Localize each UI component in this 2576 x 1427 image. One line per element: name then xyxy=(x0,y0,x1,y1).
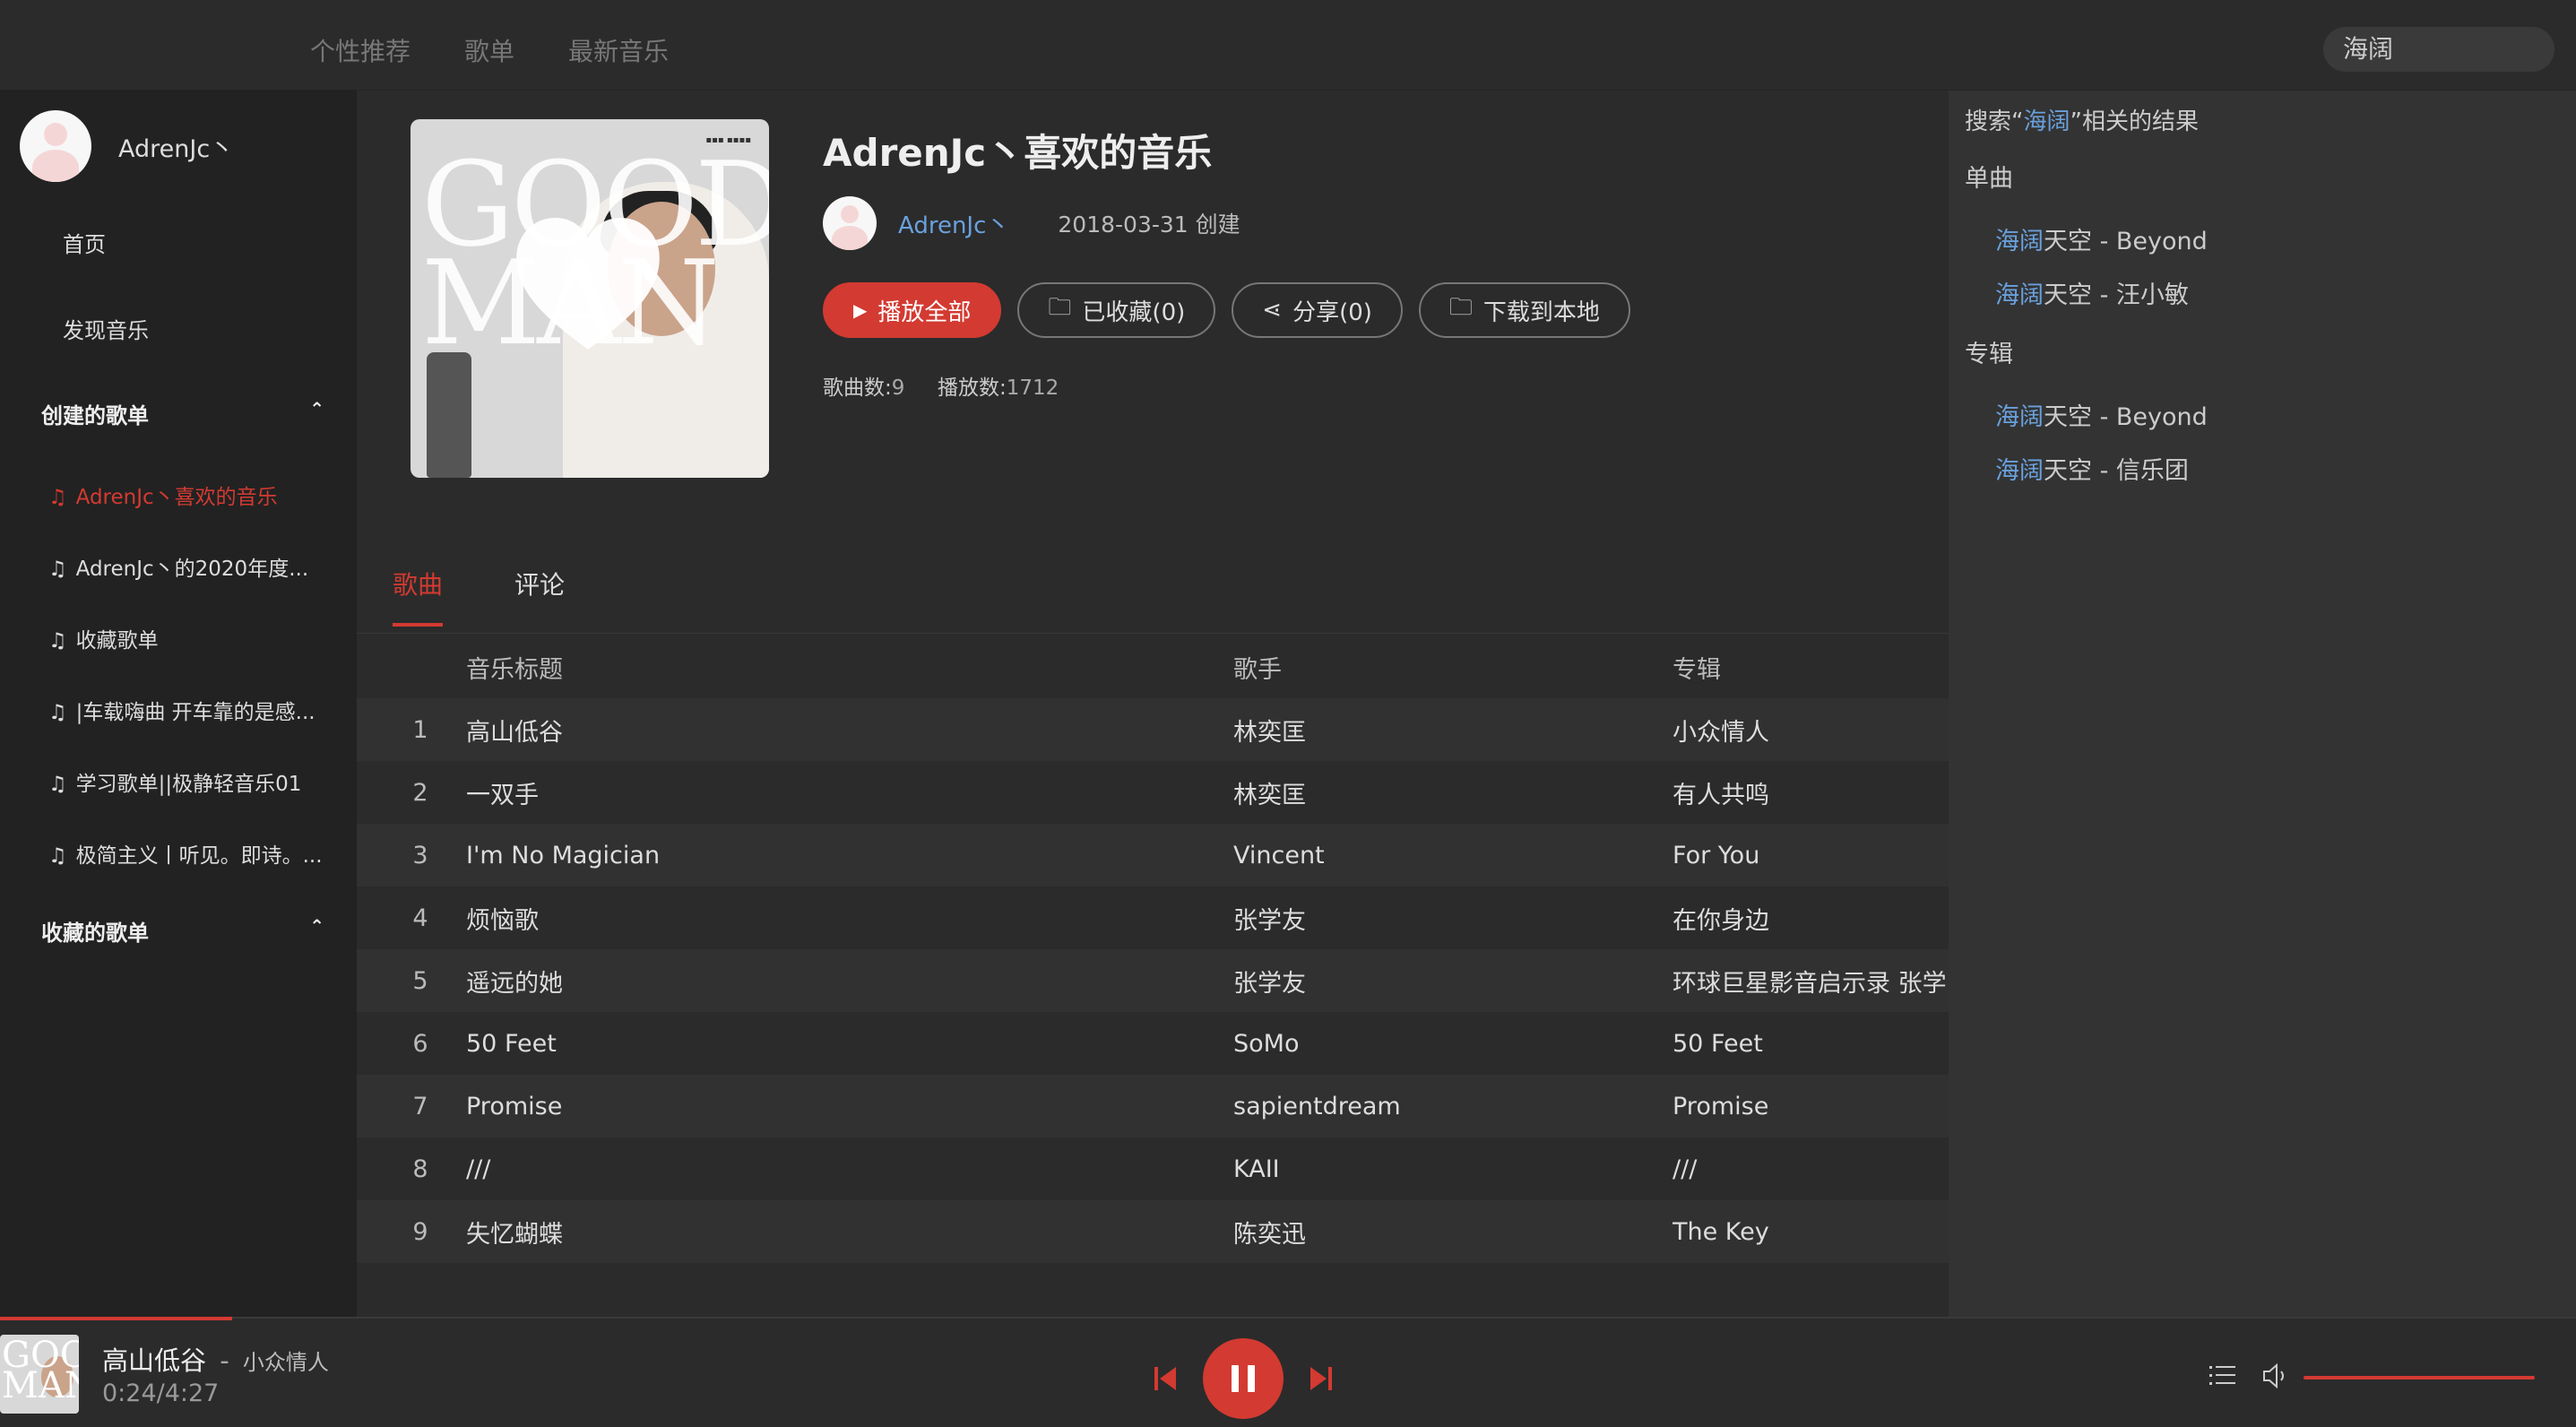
singles-header: 单曲 xyxy=(1965,165,2013,193)
search-result-single[interactable]: 海阔天空 - 汪小敏 xyxy=(1995,275,2189,310)
collected-button[interactable]: 🗀 已收藏(0) xyxy=(1017,282,1216,338)
create-date: 2018-03-31 创建 xyxy=(1058,212,1240,238)
tab-comments[interactable]: 评论 xyxy=(514,566,565,601)
volume-icon[interactable] xyxy=(2262,1363,2289,1388)
playback-time: 0:24/4:27 xyxy=(102,1379,220,1407)
playlist-item[interactable]: ♫ 学习歌单||极静轻音乐01 xyxy=(48,766,335,797)
main-content: ▪▪▪ ▪▪▪▪ GOOD MAN AdrenJc丶喜欢的音乐 AdrenJc丶… xyxy=(357,91,1949,1317)
music-note-icon: ♫ xyxy=(48,844,67,868)
chevron-up-icon[interactable]: ⌃ xyxy=(309,398,324,419)
search-result-album[interactable]: 海阔天空 - 信乐团 xyxy=(1995,451,2189,486)
playlist-stats: 歌曲数:9 播放数:1712 xyxy=(823,376,1059,400)
sidebar-item-discover[interactable]: 发现音乐 xyxy=(63,313,149,344)
table-header: 音乐标题 歌手 专辑 xyxy=(357,636,1949,698)
song-count: 9 xyxy=(891,376,905,400)
music-note-icon: ♫ xyxy=(48,486,67,509)
playlist-cover: ▪▪▪ ▪▪▪▪ GOOD MAN xyxy=(411,119,769,478)
pause-icon xyxy=(1248,1365,1255,1392)
pause-icon xyxy=(1232,1365,1239,1392)
song-table: 音乐标题 歌手 专辑 1 高山低谷 林奕匡 小众情人 2 一双手 林奕匡 有人共… xyxy=(357,636,1949,1263)
play-icon: ▶ xyxy=(853,299,868,321)
created-playlists-label: 创建的歌单 xyxy=(41,403,149,428)
search-input[interactable]: 海阔 xyxy=(2323,27,2554,72)
created-playlists-header[interactable]: 创建的歌单 ⌃ xyxy=(41,398,324,429)
table-row[interactable]: 8 /// KAII /// xyxy=(357,1137,1949,1200)
search-result-album[interactable]: 海阔天空 - Beyond xyxy=(1995,397,2208,432)
column-title: 音乐标题 xyxy=(466,655,563,684)
now-playing-album: 小众情人 xyxy=(242,1350,329,1375)
creator-name[interactable]: AdrenJc丶 xyxy=(898,207,1009,240)
table-row[interactable]: 4 烦恼歌 张学友 在你身边 xyxy=(357,886,1949,949)
playlist-item[interactable]: ♫ 极简主义丨听见。即诗。... xyxy=(48,838,335,869)
share-button[interactable]: ⋖ 分享(0) xyxy=(1232,282,1403,338)
creator-avatar[interactable] xyxy=(823,196,877,250)
user-name[interactable]: AdrenJc丶 xyxy=(118,129,234,164)
sidebar: AdrenJc丶 首页 发现音乐 创建的歌单 ⌃ ♫ AdrenJc丶喜欢的音乐 … xyxy=(0,91,357,1317)
search-results-panel: 搜索“海阔”相关的结果 单曲 海阔天空 - Beyond 海阔天空 - 汪小敏 … xyxy=(1949,91,2576,1317)
avatar[interactable] xyxy=(20,110,91,182)
creator-info: AdrenJc丶 2018-03-31 创建 xyxy=(823,196,1240,250)
user-profile[interactable]: AdrenJc丶 xyxy=(20,110,234,182)
sidebar-item-home[interactable]: 首页 xyxy=(63,227,106,258)
play-all-button[interactable]: ▶ 播放全部 xyxy=(823,282,1002,338)
search-results-heading: 搜索“海阔”相关的结果 xyxy=(1965,108,2199,135)
table-row[interactable]: 3 I'm No Magician Vincent For You xyxy=(357,824,1949,886)
tab-songs[interactable]: 歌曲 xyxy=(393,566,444,627)
folder-icon: 🗀 xyxy=(1448,294,1473,321)
folder-icon: 🗀 xyxy=(1048,294,1072,321)
table-row[interactable]: 7 Promise sapientdream Promise xyxy=(357,1075,1949,1137)
play-count: 1712 xyxy=(1006,376,1059,400)
table-row[interactable]: 5 遥远的她 张学友 环球巨星影音启示录 张学 xyxy=(357,949,1949,1012)
collected-playlists-label: 收藏的歌单 xyxy=(41,921,149,946)
now-playing-cover[interactable]: GOOD MAN xyxy=(0,1335,79,1414)
cover-bottle xyxy=(427,352,471,478)
collected-playlists-header[interactable]: 收藏的歌单 ⌃ xyxy=(41,915,324,947)
top-nav: 个性推荐 歌单 最新音乐 xyxy=(310,32,669,68)
table-row[interactable]: 6 50 Feet SoMo 50 Feet xyxy=(357,1012,1949,1075)
music-note-icon: ♫ xyxy=(48,558,67,581)
playlist-item[interactable]: ♫ AdrenJc丶的2020年度... xyxy=(48,551,335,582)
next-icon[interactable] xyxy=(1309,1365,1334,1392)
table-row[interactable]: 9 失忆蝴蝶 陈奕迅 The Key xyxy=(357,1200,1949,1263)
albums-header: 专辑 xyxy=(1965,341,2013,368)
column-album: 专辑 xyxy=(1673,655,1721,684)
volume-slider[interactable] xyxy=(2304,1376,2535,1379)
pause-button[interactable] xyxy=(1203,1338,1284,1419)
share-icon: ⋖ xyxy=(1262,297,1283,324)
cover-text: GOOD MAN xyxy=(2,1335,79,1406)
music-note-icon: ♫ xyxy=(48,701,67,724)
tab-playlists[interactable]: 歌单 xyxy=(464,32,514,68)
previous-icon[interactable] xyxy=(1153,1365,1178,1392)
column-artist: 歌手 xyxy=(1233,655,1282,684)
search-result-single[interactable]: 海阔天空 - Beyond xyxy=(1995,221,2208,256)
playlist-item[interactable]: ♫ |车载嗨曲 开车靠的是感... xyxy=(48,695,335,725)
music-note-icon: ♫ xyxy=(48,773,67,796)
music-note-icon: ♫ xyxy=(48,629,67,653)
playlist-item[interactable]: ♫ 收藏歌单 xyxy=(48,623,335,653)
content-tabs: 歌曲 评论 xyxy=(393,566,565,627)
heart-icon xyxy=(516,218,660,350)
download-button[interactable]: 🗀 下载到本地 xyxy=(1418,282,1630,338)
tab-recommend[interactable]: 个性推荐 xyxy=(310,32,411,68)
table-row[interactable]: 2 一双手 林奕匡 有人共鸣 xyxy=(357,761,1949,824)
now-playing-info: 高山低谷 - 小众情人 xyxy=(102,1345,329,1376)
table-row[interactable]: 1 高山低谷 林奕匡 小众情人 xyxy=(357,698,1949,761)
action-buttons: ▶ 播放全部 🗀 已收藏(0) ⋖ 分享(0) 🗀 下载到本地 xyxy=(823,282,1630,338)
tab-new-music[interactable]: 最新音乐 xyxy=(568,32,669,68)
top-bar: 个性推荐 歌单 最新音乐 海阔 xyxy=(0,0,2576,91)
playlist-title: AdrenJc丶喜欢的音乐 xyxy=(823,131,1213,175)
tab-divider xyxy=(357,633,1949,634)
playlist-icon[interactable] xyxy=(2209,1363,2236,1388)
player-bar: GOOD MAN 高山低谷 - 小众情人 0:24/4:27 xyxy=(0,1317,2576,1427)
chevron-up-icon[interactable]: ⌃ xyxy=(309,915,324,937)
progress-bar[interactable] xyxy=(0,1317,232,1320)
playlist-item[interactable]: ♫ AdrenJc丶喜欢的音乐 xyxy=(48,480,335,510)
now-playing-title: 高山低谷 xyxy=(102,1345,207,1376)
